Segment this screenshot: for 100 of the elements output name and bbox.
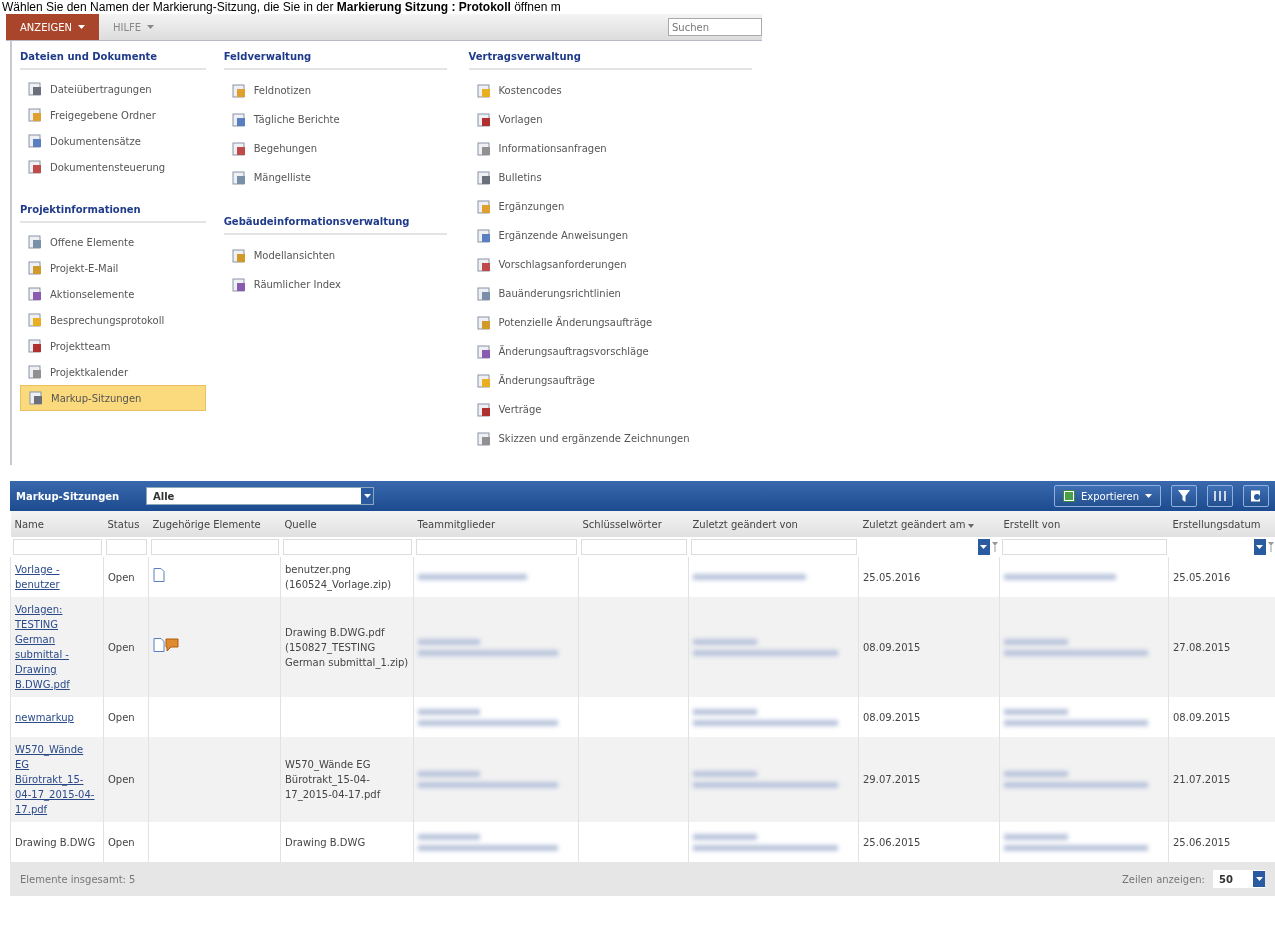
columns-button[interactable] xyxy=(1207,485,1233,507)
document-icon xyxy=(476,286,491,301)
document-icon xyxy=(28,235,42,249)
menu-item[interactable]: Informationsanfragen xyxy=(468,134,752,163)
session-link[interactable]: newmarkup xyxy=(15,709,99,725)
column-header[interactable]: Quelle xyxy=(280,511,414,537)
menu-item[interactable]: Vorlagen xyxy=(468,105,752,134)
document-icon xyxy=(28,160,42,174)
section-heading: Dateien und Dokumente xyxy=(20,49,206,70)
document-icon xyxy=(28,287,42,301)
filter-field[interactable] xyxy=(580,539,687,555)
table-cell: 25.06.2015 xyxy=(858,822,1000,862)
document-icon xyxy=(28,108,42,122)
menu-item[interactable]: Änderungsaufträge xyxy=(468,366,752,395)
table-cell: Open xyxy=(103,822,149,862)
view-dropdown[interactable]: Alle xyxy=(146,487,374,505)
menu-item[interactable]: Offene Elemente xyxy=(20,229,206,255)
document-icon xyxy=(231,170,246,185)
menu-item[interactable]: Bulletins xyxy=(468,163,752,192)
menu-item[interactable]: Projektteam xyxy=(20,333,206,359)
settings-button[interactable] xyxy=(1243,485,1269,507)
column-header[interactable]: Zuletzt geändert von xyxy=(688,511,859,537)
rows-dropdown[interactable]: 50 xyxy=(1213,870,1265,888)
filter-button[interactable] xyxy=(1171,485,1197,507)
menu-item[interactable]: Tägliche Berichte xyxy=(223,105,447,134)
table-cell: benutzer.png (160524_Vorlage.zip) xyxy=(280,557,414,597)
document-icon xyxy=(29,391,43,405)
menu-item[interactable]: Dokumentensteuerung xyxy=(20,154,206,180)
column-header[interactable]: Status xyxy=(103,511,149,537)
document-icon xyxy=(231,141,246,156)
menu-item[interactable]: Bauänderungsrichtlinien xyxy=(468,279,752,308)
menu-item[interactable]: Potenzielle Änderungsaufträge xyxy=(468,308,752,337)
column-header[interactable]: Schlüsselwörter xyxy=(578,511,689,537)
document-icon xyxy=(231,248,246,263)
menu-item[interactable]: Feldnotizen xyxy=(223,76,447,105)
menu-item[interactable]: Kostencodes xyxy=(468,76,752,105)
column-header[interactable]: Zuletzt geändert am xyxy=(858,511,1000,537)
menu-item[interactable]: Aktionselemente xyxy=(20,281,206,307)
search-field[interactable]: Suchen xyxy=(668,18,762,36)
filter-field[interactable] xyxy=(415,539,577,555)
filter-field[interactable] xyxy=(105,539,147,555)
column-header[interactable]: Teammitglieder xyxy=(413,511,579,537)
menu-item[interactable]: Dokumentensätze xyxy=(20,128,206,154)
menu-item[interactable]: Dateiübertragungen xyxy=(20,76,206,102)
column-header[interactable]: Erstellt von xyxy=(999,511,1169,537)
document-icon xyxy=(476,228,491,243)
menu-item[interactable]: Markup-Sitzungen xyxy=(20,385,206,411)
instruction-text: Wählen Sie den Namen der Markierung-Sitzung, die Sie in der Markierung Sitzung : Protokoll öffnen m xyxy=(2,0,561,14)
menu-item[interactable]: Modellansichten xyxy=(223,241,447,270)
document-icon xyxy=(28,134,42,148)
table-cell: 25.06.2015 xyxy=(1168,822,1275,862)
total-count: Elemente insgesamt: 5 xyxy=(20,873,136,885)
table-cell: Open xyxy=(103,557,149,597)
column-header[interactable]: Zugehörige Elemente xyxy=(148,511,281,537)
menu-item[interactable]: Ergänzende Anweisungen xyxy=(468,221,752,250)
date-filter-button[interactable] xyxy=(977,539,990,555)
menu-item[interactable]: Änderungsauftragsvorschläge xyxy=(468,337,752,366)
document-icon xyxy=(476,83,491,98)
document-icon xyxy=(476,373,491,388)
pin-icon xyxy=(991,542,998,552)
table-cell: Open xyxy=(103,597,149,697)
menu-item[interactable]: Räumlicher Index xyxy=(223,270,447,299)
document-icon xyxy=(476,315,491,330)
filter-field[interactable] xyxy=(1001,539,1167,555)
menu-tab[interactable]: ANZEIGEN xyxy=(6,14,99,40)
document-icon xyxy=(28,365,42,379)
column-header[interactable]: Erstellungsdatum xyxy=(1168,511,1275,537)
menu-item[interactable]: Ergänzungen xyxy=(468,192,752,221)
speech-bubble-icon xyxy=(165,638,179,652)
document-icon xyxy=(476,170,491,185)
caret-icon xyxy=(363,494,371,498)
menu-item[interactable]: Skizzen und ergänzende Zeichnungen xyxy=(468,424,752,453)
columns-icon xyxy=(1214,490,1226,502)
document-icon xyxy=(231,83,246,98)
caret-icon xyxy=(1145,494,1152,498)
document-icon xyxy=(231,112,246,127)
caret-icon xyxy=(1256,545,1263,549)
filter-field[interactable] xyxy=(150,539,279,555)
session-link[interactable]: Vorlage - benutzer xyxy=(15,562,99,592)
table-cell: Drawing B.DWG.pdf (150827_TESTING German submittal_1.zip) xyxy=(280,597,414,697)
table-cell: 27.08.2015 xyxy=(1168,597,1275,697)
column-header[interactable]: Name xyxy=(10,511,104,537)
section-heading: Gebäudeinformationsverwaltung xyxy=(223,214,447,235)
menu-item[interactable]: Verträge xyxy=(468,395,752,424)
export-button[interactable]: Exportieren xyxy=(1053,485,1161,507)
filter-field[interactable] xyxy=(690,539,857,555)
date-filter-button[interactable] xyxy=(1253,539,1266,555)
menu-item[interactable]: Freigegebene Ordner xyxy=(20,102,206,128)
menu-item[interactable]: Projekt-E-Mail xyxy=(20,255,206,281)
table-cell: 25.05.2016 xyxy=(1168,557,1275,597)
menu-item[interactable]: Begehungen xyxy=(223,134,447,163)
menu-item[interactable]: Besprechungsprotokoll xyxy=(20,307,206,333)
document-icon xyxy=(28,82,42,96)
menu-item[interactable]: Vorschlagsanforderungen xyxy=(468,250,752,279)
filter-field[interactable] xyxy=(12,539,102,555)
filter-field[interactable] xyxy=(282,539,412,555)
table-cell: Open xyxy=(103,697,149,737)
document-icon xyxy=(476,257,491,272)
menu-item[interactable]: Projektkalender xyxy=(20,359,206,385)
menu-item[interactable]: Mängelliste xyxy=(223,163,447,192)
